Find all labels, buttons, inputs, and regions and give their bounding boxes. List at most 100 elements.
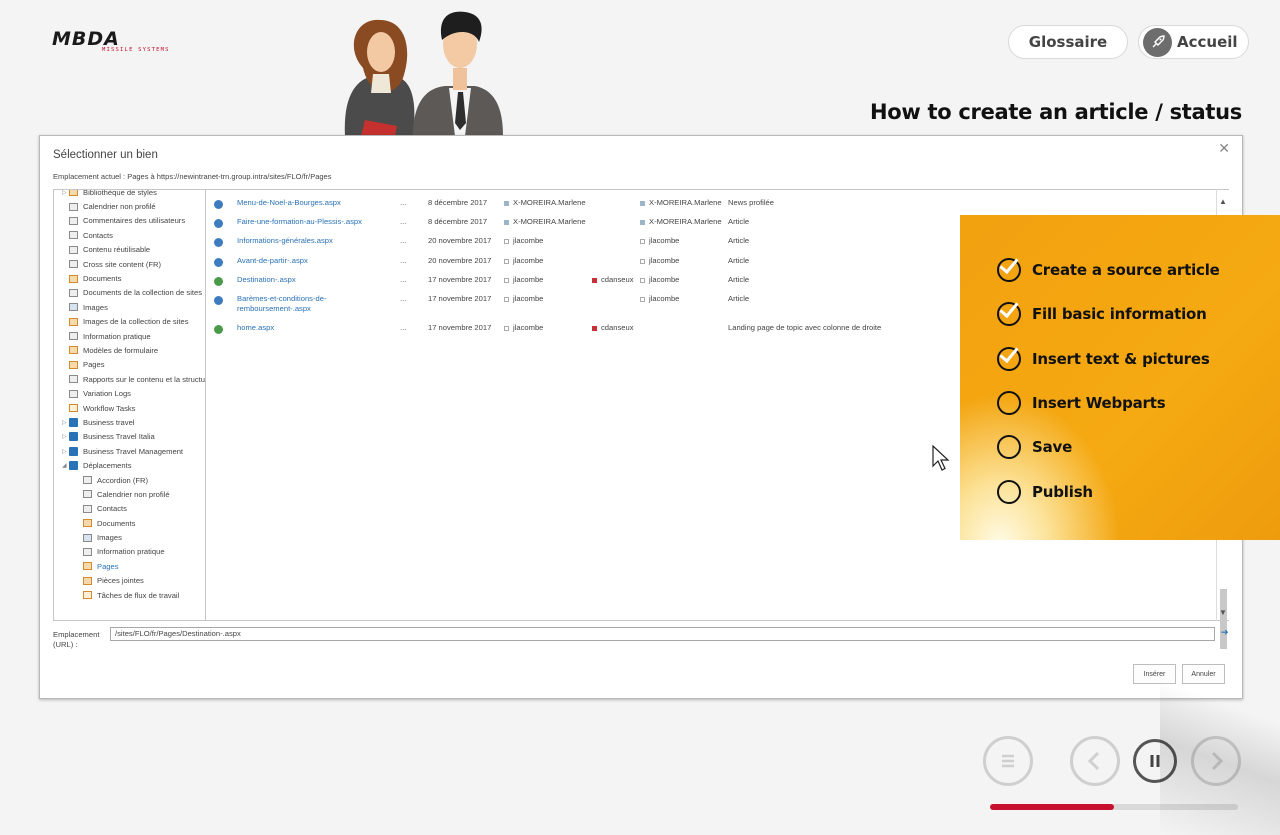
item-menu-icon[interactable]: ...: [400, 294, 406, 303]
tree-item-label: Workflow Tasks: [83, 403, 136, 413]
tree-item-label: Pages: [83, 360, 105, 370]
author-cell: jlacombe: [504, 236, 543, 245]
step-item: Create a source article: [997, 257, 1220, 283]
step-label: Create a source article: [1032, 261, 1220, 279]
tree-item[interactable]: Tâches de flux de travail: [54, 588, 205, 602]
item-menu-icon[interactable]: ...: [400, 275, 406, 284]
tree-item[interactable]: Rapports sur le contenu et la structure: [54, 372, 205, 386]
presence-icon: [504, 325, 509, 331]
tree-item-label: Commentaires des utilisateurs: [83, 216, 186, 226]
library-icon: [83, 576, 92, 585]
author-cell: X-MOREIRA.Marlene: [504, 217, 586, 226]
tree-item[interactable]: Contenu réutilisable: [54, 243, 205, 257]
expand-arrow-icon[interactable]: ◢: [62, 462, 69, 469]
site-icon: [69, 446, 78, 456]
tree-item[interactable]: Information pratique: [54, 329, 205, 343]
tree-item[interactable]: Pages: [54, 358, 205, 372]
scroll-down-icon[interactable]: ▼: [1219, 608, 1227, 617]
empty-circle-icon: [997, 479, 1021, 504]
mouse-cursor-icon: [932, 444, 952, 478]
item-menu-icon[interactable]: ...: [400, 236, 406, 245]
tree-item-label: Information pratique: [97, 547, 165, 557]
page-file-icon: [214, 200, 223, 209]
tree-item[interactable]: Cross site content (FR): [54, 257, 205, 271]
item-menu-icon[interactable]: ...: [400, 198, 406, 207]
tree-item[interactable]: Variation Logs: [54, 386, 205, 400]
step-label: Insert text & pictures: [1032, 349, 1210, 368]
progress-bar[interactable]: [990, 804, 1238, 810]
previous-button[interactable]: [1070, 736, 1120, 786]
site-icon: [69, 432, 78, 442]
item-menu-icon[interactable]: ...: [400, 323, 406, 332]
location-url-input[interactable]: /sites/FLO/fr/Pages/Destination-.aspx: [110, 627, 1215, 641]
scroll-up-icon[interactable]: ▲: [1219, 197, 1227, 206]
library-icon: [83, 519, 92, 528]
tree-item[interactable]: Modèles de formulaire: [54, 343, 205, 357]
tree-item[interactable]: Pages: [54, 559, 205, 573]
file-name-link[interactable]: Barèmes-et-conditions-de-remboursement-.…: [237, 294, 357, 314]
expand-arrow-icon[interactable]: ▷: [62, 190, 69, 196]
tree-item-label: Business Travel Management: [83, 446, 184, 456]
file-name-link[interactable]: Faire-une-formation-au-Plessis-.aspx: [237, 217, 362, 227]
tree-item[interactable]: Documents: [54, 271, 205, 285]
presence-icon: [504, 200, 509, 206]
list-icon: [83, 476, 92, 484]
tree-item[interactable]: Images: [54, 530, 205, 544]
close-icon[interactable]: ✕: [1218, 140, 1230, 157]
file-name-link[interactable]: Informations-générales.aspx: [237, 236, 333, 246]
scrollbar-thumb[interactable]: [1220, 589, 1227, 649]
tree-item[interactable]: Calendrier non profilé: [54, 487, 205, 501]
tree-item[interactable]: ▷ Business Travel Management: [54, 444, 205, 458]
modified-by-name: jlacombe: [649, 275, 680, 284]
tree-item-label: Modèles de formulaire: [83, 345, 159, 355]
pause-button[interactable]: [1133, 739, 1177, 783]
tree-item[interactable]: ▷ Bibliothèque de styles: [54, 190, 205, 199]
tree-item[interactable]: Information pratique: [54, 545, 205, 559]
modified-by-cell: X-MOREIRA.Marlene: [640, 198, 722, 207]
tree-item[interactable]: Contacts: [54, 502, 205, 516]
cancel-button[interactable]: Annuler: [1182, 664, 1225, 684]
tree-item[interactable]: ▷ Business travel: [54, 415, 205, 429]
library-icon: [69, 190, 78, 197]
glossary-button[interactable]: Glossaire: [1008, 25, 1128, 59]
page-file-icon: [214, 219, 223, 228]
next-button[interactable]: [1191, 736, 1241, 786]
tree-item[interactable]: Images: [54, 300, 205, 314]
file-name-link[interactable]: Avant-de-partir-.aspx: [237, 256, 308, 266]
insert-button[interactable]: Insérer: [1133, 664, 1176, 684]
item-menu-icon[interactable]: ...: [400, 217, 406, 226]
expand-arrow-icon[interactable]: ▷: [62, 419, 69, 426]
tree-item[interactable]: Documents de la collection de sites: [54, 286, 205, 300]
content-type: News profilée: [728, 198, 775, 207]
tree-item[interactable]: Images de la collection de sites: [54, 315, 205, 329]
expand-arrow-icon[interactable]: ▷: [62, 433, 69, 440]
tree-item-label: Documents: [97, 518, 136, 528]
checked-circle-icon: [997, 346, 1021, 371]
tree-item[interactable]: Pièces jointes: [54, 574, 205, 588]
tree-item[interactable]: ▷ Business Travel Italia: [54, 430, 205, 444]
file-name-link[interactable]: home.aspx: [237, 323, 274, 333]
tree-item[interactable]: Calendrier non profilé: [54, 199, 205, 213]
home-button[interactable]: Accueil: [1138, 25, 1249, 59]
file-name-link[interactable]: Menu-de-Noel-a-Bourges.aspx: [237, 198, 341, 208]
expand-arrow-icon[interactable]: ▷: [62, 448, 69, 455]
task-icon: [69, 404, 78, 413]
tree-item[interactable]: Documents: [54, 516, 205, 530]
presence-icon: [640, 200, 645, 206]
author-name: X-MOREIRA.Marlene: [513, 198, 586, 207]
tree-item[interactable]: Commentaires des utilisateurs: [54, 214, 205, 228]
tree-item[interactable]: Workflow Tasks: [54, 401, 205, 415]
list-icon: [69, 375, 78, 384]
file-name-link[interactable]: Destination-.aspx: [237, 275, 296, 285]
tree-item-label: Calendrier non profilé: [83, 202, 156, 212]
item-menu-icon[interactable]: ...: [400, 256, 406, 265]
tree-item[interactable]: ◢ Déplacements: [54, 458, 205, 472]
tree-item[interactable]: Contacts: [54, 228, 205, 242]
go-arrow-icon[interactable]: ➔: [1221, 627, 1229, 638]
menu-chat-button[interactable]: [983, 736, 1033, 786]
tree-item[interactable]: Accordion (FR): [54, 473, 205, 487]
presence-icon: [504, 258, 509, 264]
step-item: Publish: [997, 479, 1093, 505]
list-icon: [69, 332, 78, 341]
site-icon: [69, 417, 78, 427]
